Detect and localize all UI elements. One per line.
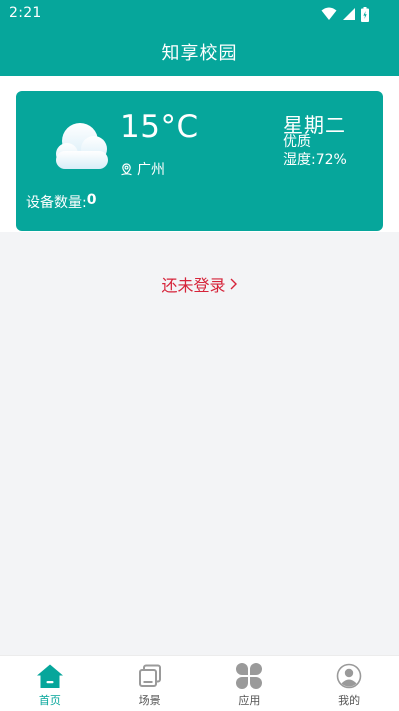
apps-icon	[236, 663, 263, 689]
tab-profile-label: 我的	[338, 694, 361, 707]
home-icon	[36, 664, 63, 688]
tab-apps-label: 应用	[238, 694, 261, 707]
device-count-value: 0	[86, 192, 97, 208]
status-bar: 2:21	[0, 0, 399, 28]
tab-profile[interactable]: 我的	[299, 656, 399, 711]
profile-icon	[336, 663, 362, 689]
login-link[interactable]: 还未登录	[0, 272, 399, 296]
tab-apps[interactable]: 应用	[200, 656, 300, 711]
air-quality: 优质	[283, 134, 311, 150]
scene-icon	[138, 664, 161, 687]
status-icons	[321, 6, 369, 22]
city-name: 广州	[137, 162, 165, 178]
tab-scene[interactable]: 场景	[100, 656, 200, 711]
humidity: 湿度:72%	[283, 152, 347, 168]
page-title: 知享校园	[161, 43, 238, 64]
wifi-icon	[321, 7, 337, 20]
tab-home-label: 首页	[38, 694, 61, 707]
location: 广州	[120, 159, 165, 179]
device-count: 设备数量: 0	[26, 192, 96, 212]
bottom-tab-bar: 首页 场景 应用 我的	[0, 655, 399, 711]
device-count-label: 设备数量:	[26, 195, 87, 211]
location-pin-icon	[121, 162, 132, 175]
app-header: 知享校园	[0, 28, 399, 76]
tab-scene-label: 场景	[138, 694, 161, 707]
battery-icon	[361, 6, 369, 22]
temperature: 15°C	[120, 109, 199, 145]
chevron-right-icon	[230, 278, 237, 290]
login-label: 还未登录	[161, 276, 226, 295]
tab-home[interactable]: 首页	[0, 656, 100, 711]
cell-signal-icon	[343, 8, 355, 20]
weather-card: 15°C 广州 星期二 优质 湿度:72% 设备数量: 0	[16, 91, 383, 231]
cloud-icon	[56, 123, 108, 169]
status-time: 2:21	[9, 5, 42, 21]
